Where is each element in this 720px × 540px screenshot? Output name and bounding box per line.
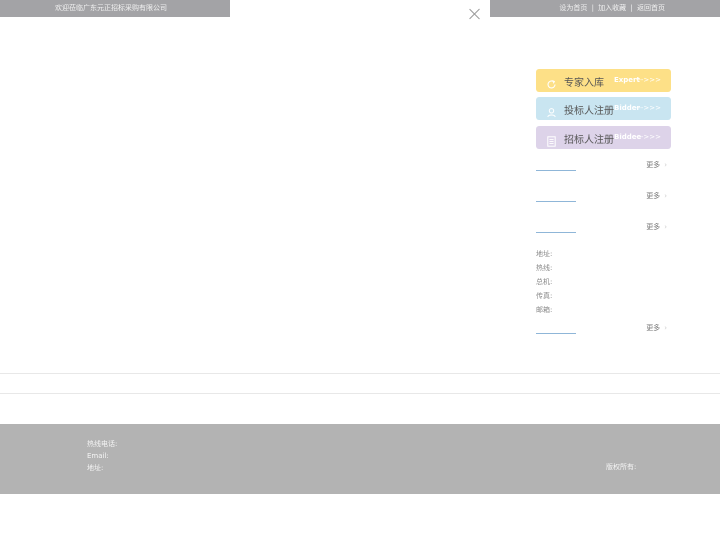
close-icon[interactable] — [469, 8, 481, 20]
footer: 热线电话: Email: 地址: 版权所有: — [0, 424, 720, 494]
footer-email: Email: — [87, 452, 109, 460]
section-header-2: 更多 — [536, 191, 669, 202]
bidder-register-button[interactable]: 投标人注册 Bidder --->>> — [536, 97, 671, 120]
more-link[interactable]: 更多 — [646, 222, 667, 232]
add-favorite-link[interactable]: 加入收藏 — [598, 4, 626, 12]
document-icon — [546, 132, 557, 147]
bidder-label: 投标人注册 — [564, 106, 614, 117]
top-links: 设为首页 | 加入收藏 | 返回首页 — [559, 3, 665, 13]
contact-email: 邮箱: — [536, 306, 553, 314]
link-separator: | — [630, 4, 633, 12]
biddee-label: 招标人注册 — [564, 135, 614, 146]
contact-fax: 传真: — [536, 292, 553, 300]
section-header-3: 更多 — [536, 222, 669, 233]
link-separator: | — [591, 4, 594, 12]
welcome-text: 欢迎莅临广东元正招标采购有限公司 — [55, 4, 167, 12]
divider — [0, 373, 720, 374]
section-underline — [536, 170, 576, 171]
arrow-text: --->>> — [635, 76, 661, 84]
section-header-1: 更多 — [536, 160, 669, 171]
contact-info: 地址: 热线: 总机: 传真: 邮箱: — [536, 249, 552, 319]
arrow-text: --->>> — [635, 104, 661, 112]
contact-hotline: 热线: — [536, 264, 553, 272]
arrow-text: --->>> — [635, 133, 661, 141]
contact-address: 地址: — [536, 250, 553, 258]
divider — [0, 393, 720, 394]
section-underline — [536, 232, 576, 233]
popup-panel — [230, 0, 490, 28]
refresh-icon — [546, 75, 557, 89]
contact-switchboard: 总机: — [536, 278, 553, 286]
set-homepage-link[interactable]: 设为首页 — [559, 4, 587, 12]
footer-info: 热线电话: Email: 地址: — [87, 439, 117, 475]
back-home-link[interactable]: 返回首页 — [637, 4, 665, 12]
footer-address: 地址: — [87, 464, 104, 472]
section-underline — [536, 333, 576, 334]
user-icon — [546, 103, 557, 118]
section-underline — [536, 201, 576, 202]
footer-hotline: 热线电话: — [87, 440, 118, 448]
expert-label: 专家入库 — [564, 78, 604, 89]
expert-register-button[interactable]: 专家入库 Expert --->>> — [536, 69, 671, 92]
more-link[interactable]: 更多 — [646, 191, 667, 201]
section-header-4: 更多 — [536, 323, 669, 334]
footer-copyright: 版权所有: — [606, 463, 637, 471]
more-link[interactable]: 更多 — [646, 160, 667, 170]
more-link[interactable]: 更多 — [646, 323, 667, 333]
biddee-register-button[interactable]: 招标人注册 Biddee --->>> — [536, 126, 671, 149]
